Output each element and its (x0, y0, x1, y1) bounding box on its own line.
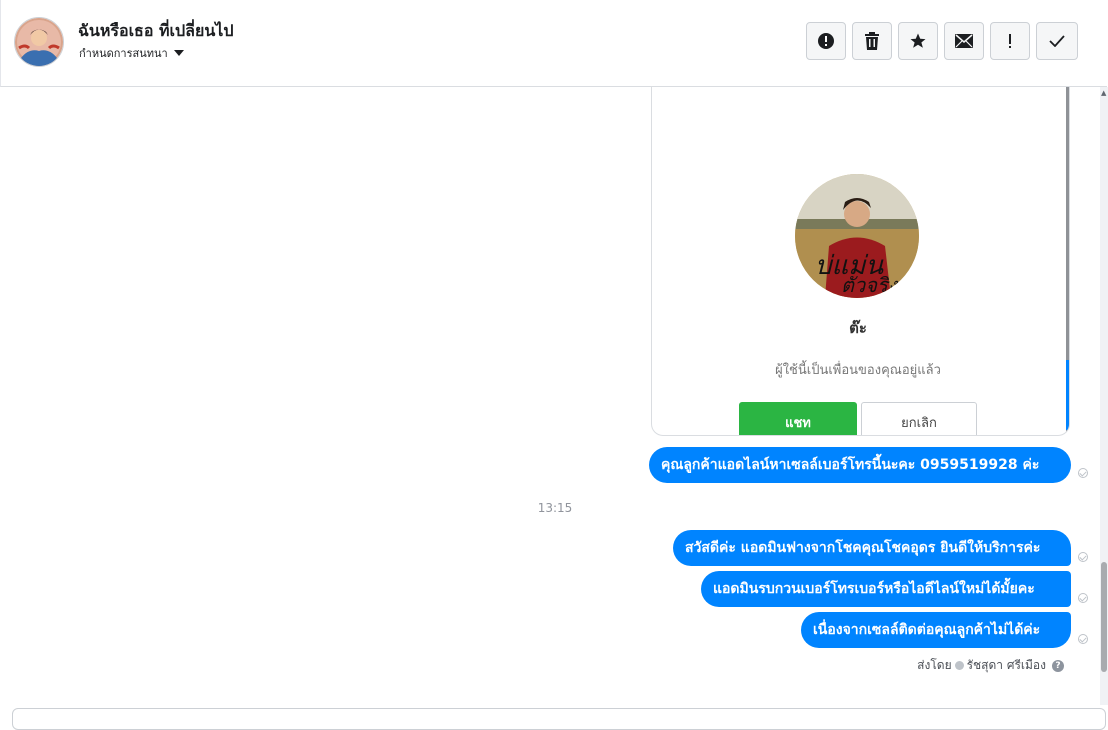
message-bubble[interactable]: แอดมินรบกวนเบอร์โทรเบอร์หรือไอดีไลน์ใหม่… (701, 571, 1071, 607)
verified-icon (954, 661, 964, 670)
chat-button[interactable]: แชท (739, 402, 857, 435)
star-icon (910, 33, 926, 48)
alert-circle-icon (818, 33, 834, 49)
profile-name: ต๊ะ (849, 319, 867, 337)
seen-check-icon (1078, 593, 1088, 603)
svg-text:ตัวจริง: ตัวจริง (841, 273, 899, 297)
message-bubble[interactable]: คุณลูกค้าแอดไลน์หาเซลล์เบอร์โทรนี้นะคะ 0… (649, 447, 1071, 483)
trash-icon (865, 32, 879, 50)
message-bubble[interactable]: สวัสดีค่ะ แอดมินฟางจากโชคคุณโชคอุดร ยินด… (673, 530, 1071, 566)
schedule-label: กำหนดการสนทนา (79, 47, 168, 60)
caret-down-icon (173, 50, 184, 56)
exclamation-icon (1009, 34, 1011, 48)
profile-photo: บ่แม่น ตัวจริง (795, 174, 919, 298)
line-profile-card: บ่แม่น ตัวจริง ต๊ะ ผู้ใช้นี้เป็นเพื่อนขอ… (651, 87, 1070, 436)
envelope-icon (955, 34, 973, 48)
delete-button[interactable] (852, 22, 892, 60)
message-thread[interactable]: บ่แม่น ตัวจริง ต๊ะ ผู้ใช้นี้เป็นเพื่อนขอ… (0, 87, 1100, 705)
message-timestamp: 13:15 (537, 501, 573, 515)
seen-check-icon (1078, 634, 1088, 644)
header-toolbar (806, 22, 1078, 60)
help-icon[interactable]: ? (1052, 659, 1064, 672)
seen-check-icon (1078, 552, 1088, 562)
scrollbar-thumb[interactable] (1101, 562, 1107, 672)
sender-name[interactable]: รัชสุดา ศรีเมือง (967, 656, 1046, 675)
done-button[interactable] (1036, 22, 1078, 60)
conversation-header: ฉันหรือเธอ ที่เปลี่ยนไป กำหนดการสนทนา (0, 0, 1107, 87)
profile-description: ผู้ใช้นี้เป็นเพื่อนของคุณอยู่แล้ว (775, 363, 941, 378)
message-bubble[interactable]: เนื่องจากเซลล์ติดต่อคุณลูกค้าไม่ได้ค่ะ (801, 612, 1071, 648)
mark-unread-button[interactable] (944, 22, 984, 60)
vertical-scrollbar[interactable]: ▲ (1100, 87, 1108, 705)
seen-check-icon (1078, 468, 1088, 478)
message-composer[interactable] (12, 708, 1106, 730)
sent-by-info: ส่งโดย รัชสุดา ศรีเมือง ? (917, 656, 1064, 675)
scroll-up-arrow-icon[interactable]: ▲ (1101, 89, 1106, 97)
conversation-title: ฉันหรือเธอ ที่เปลี่ยนไป (78, 21, 234, 40)
user-avatar[interactable] (14, 17, 64, 67)
card-accent (1066, 360, 1069, 430)
star-button[interactable] (898, 22, 938, 60)
sent-by-label: ส่งโดย (917, 658, 952, 672)
checkmark-icon (1049, 35, 1065, 47)
cancel-button[interactable]: ยกเลิก (861, 402, 977, 435)
conversation-schedule[interactable]: กำหนดการสนทนา (79, 44, 184, 62)
flag-button[interactable] (990, 22, 1030, 60)
spam-button[interactable] (806, 22, 846, 60)
